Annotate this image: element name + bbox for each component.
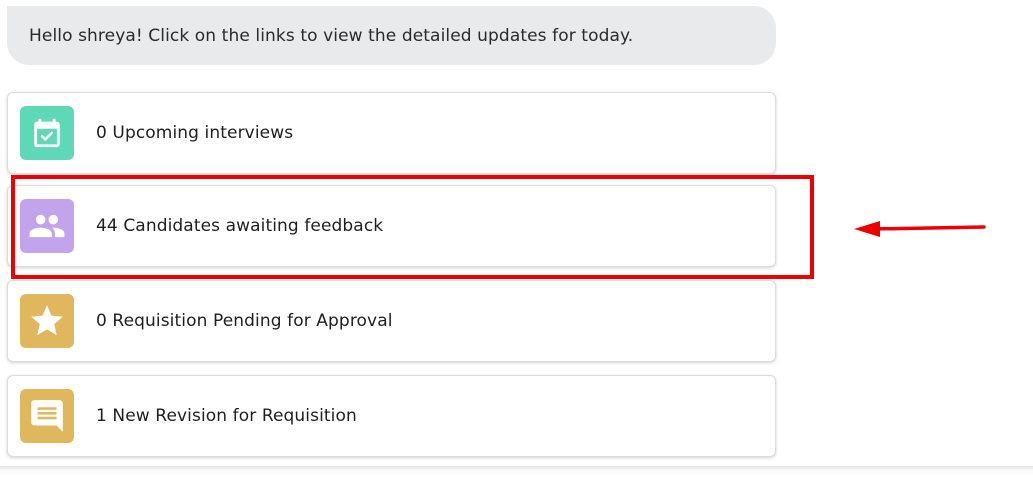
pointer-arrow-icon <box>854 221 986 237</box>
update-candidates-awaiting-feedback[interactable]: 44 Candidates awaiting feedback <box>7 185 776 267</box>
update-upcoming-interviews[interactable]: 0 Upcoming interviews <box>7 92 776 174</box>
update-label: 44 Candidates awaiting feedback <box>96 216 384 236</box>
bottom-divider <box>0 466 1033 497</box>
update-requisition-pending-approval[interactable]: 0 Requisition Pending for Approval <box>7 280 776 362</box>
update-label: 1 New Revision for Requisition <box>96 406 357 426</box>
update-new-revision-requisition[interactable]: 1 New Revision for Requisition <box>7 375 776 457</box>
group-users-icon <box>20 199 74 253</box>
calendar-check-icon <box>20 106 74 160</box>
update-label: 0 Upcoming interviews <box>96 123 294 143</box>
greeting-message: Hello shreya! Click on the links to view… <box>7 6 776 65</box>
message-icon <box>20 389 74 443</box>
greeting-text: Hello shreya! Click on the links to view… <box>29 25 634 46</box>
update-label: 0 Requisition Pending for Approval <box>96 311 393 331</box>
star-icon <box>20 294 74 348</box>
updates-page: Hello shreya! Click on the links to view… <box>0 0 1033 497</box>
